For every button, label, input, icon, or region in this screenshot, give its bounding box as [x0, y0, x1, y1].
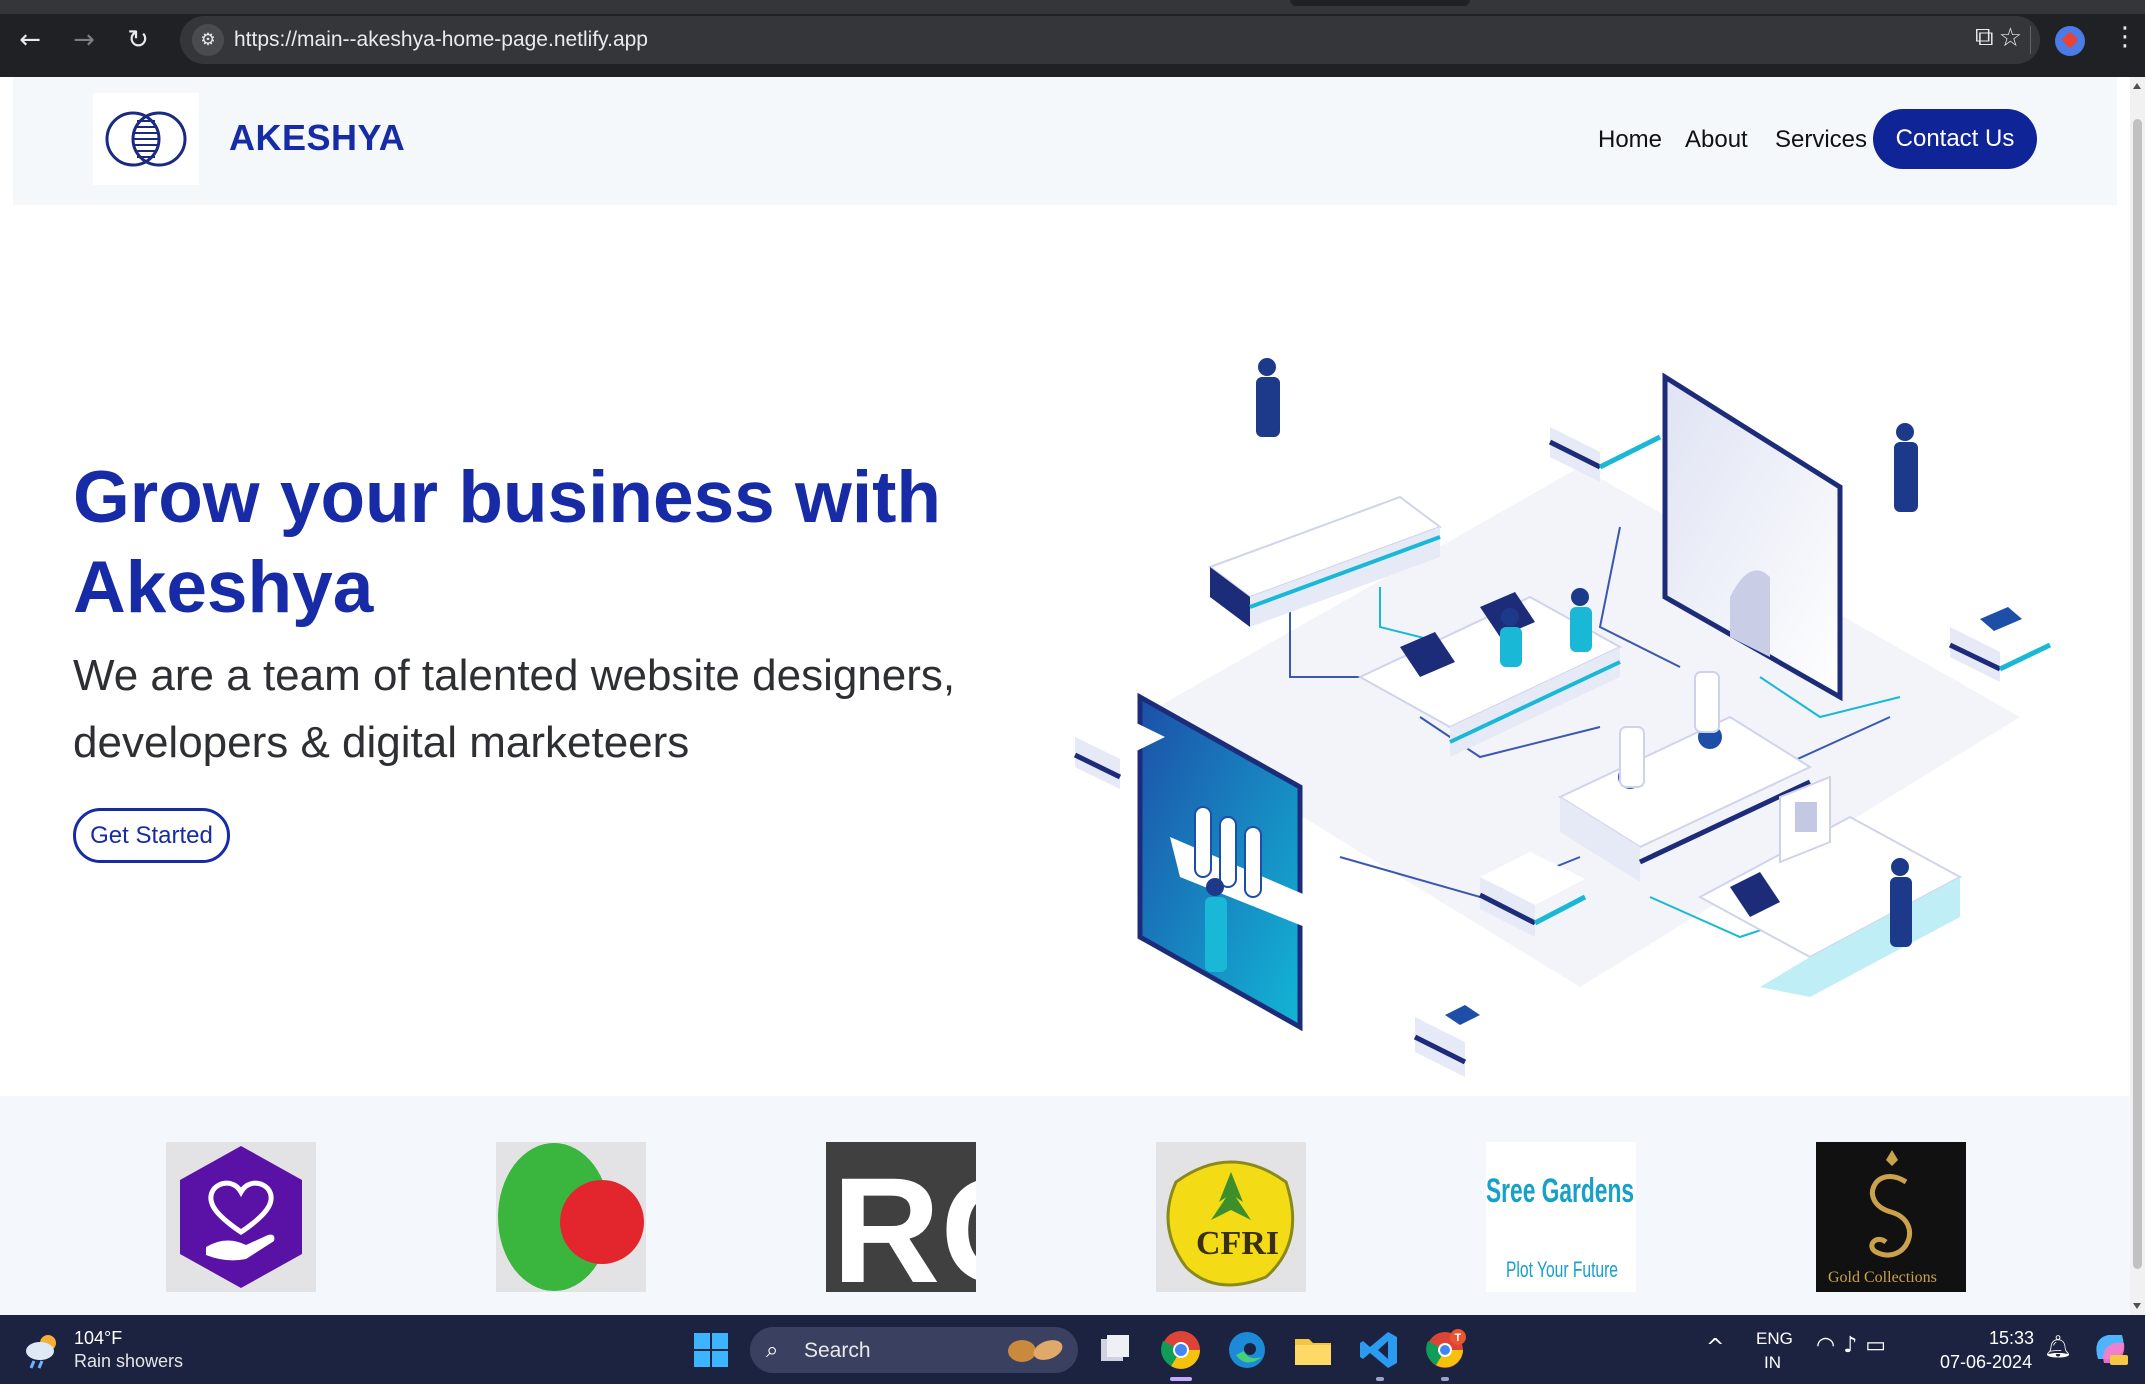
brand-logo[interactable]: [93, 93, 199, 185]
copilot-icon[interactable]: [2090, 1329, 2130, 1369]
contact-us-button[interactable]: Contact Us: [1873, 109, 2037, 169]
vscode-icon[interactable]: [1358, 1329, 1400, 1371]
site-info-button[interactable]: ⚙: [192, 24, 224, 56]
arrow-right-icon: →: [73, 25, 95, 55]
chevron-up-icon[interactable]: ^: [1706, 1335, 1724, 1360]
back-button[interactable]: ←: [12, 22, 48, 58]
hero-subtitle: We are a team of talented website design…: [73, 651, 956, 767]
weather-condition[interactable]: Rain showers: [74, 1351, 183, 1372]
search-icon: ⌕: [766, 1338, 779, 1363]
chrome-icon[interactable]: [1160, 1329, 1202, 1371]
nav-about[interactable]: About: [1685, 126, 1748, 154]
green-red-circles-logo: [496, 1142, 646, 1292]
search-label: Search: [804, 1339, 871, 1362]
nav-services[interactable]: Services: [1775, 126, 1867, 154]
gold-collections-logo: Gold Collections: [1816, 1142, 1966, 1292]
tab-strip: [0, 0, 2145, 14]
ro-logo: RO: [826, 1142, 976, 1292]
page-viewport: AKESHYA Home About Services Contact Us G…: [0, 77, 2130, 1315]
sree-gardens-tagline: Plot Your Future: [1506, 1257, 1618, 1282]
volume-icon[interactable]: ♪: [1843, 1333, 1865, 1358]
system-tray-icons[interactable]: ◠♪▭: [1816, 1333, 1894, 1358]
forward-button[interactable]: →: [66, 22, 102, 58]
weather-temperature[interactable]: 104°F: [74, 1328, 122, 1349]
scrollbar-thumb[interactable]: [2133, 119, 2142, 1269]
battery-icon[interactable]: ▭: [1865, 1333, 1894, 1358]
hero-title: Grow your business with Akeshya: [73, 457, 942, 628]
reload-icon: ↻: [127, 25, 149, 55]
site-header: AKESHYA Home About Services Contact Us: [13, 77, 2117, 205]
star-icon[interactable]: ☆: [1999, 23, 2022, 53]
client-logos-strip: RO CFRI Sree Gardens Plot Your Future Go…: [0, 1096, 2130, 1315]
toolbar-divider: [2030, 26, 2031, 54]
file-explorer-icon[interactable]: [1292, 1329, 1334, 1371]
windows-taskbar: 104°F Rain showers ⌕ Search T ^ ENG IN ◠…: [0, 1315, 2145, 1384]
region-indicator[interactable]: IN: [1764, 1353, 1781, 1373]
chrome-active-indicator: [1170, 1377, 1192, 1381]
search-highlight-icon: [1008, 1340, 1063, 1362]
reload-button[interactable]: ↻: [120, 22, 156, 58]
nav-home[interactable]: Home: [1598, 126, 1662, 154]
get-started-button[interactable]: Get Started: [73, 808, 230, 863]
interlocking-rings-icon: [105, 111, 187, 167]
chrome-profile-indicator: [1441, 1377, 1449, 1381]
puzzle-icon[interactable]: ⧉: [1975, 22, 1994, 53]
gold-collections-text: Gold Collections: [1828, 1269, 1937, 1286]
arrow-left-icon: ←: [19, 25, 41, 55]
taskbar-search-box[interactable]: ⌕ Search: [750, 1327, 1078, 1373]
cfri-logo: CFRI: [1156, 1142, 1306, 1292]
clock-date[interactable]: 07-06-2024: [1940, 1352, 2032, 1373]
address-bar[interactable]: ⚙ https://main--akeshya-home-page.netlif…: [180, 16, 2040, 64]
cfri-logo-text: CFRI: [1196, 1225, 1279, 1262]
language-indicator[interactable]: ENG: [1756, 1329, 1793, 1349]
isometric-office-illustration: [1073, 358, 2052, 1077]
tune-icon: ⚙: [200, 30, 216, 50]
sree-gardens-logo: Sree Gardens Plot Your Future: [1486, 1142, 1636, 1292]
task-view-icon[interactable]: [1095, 1329, 1137, 1371]
url-text[interactable]: https://main--akeshya-home-page.netlify.…: [234, 28, 648, 52]
scroll-down-arrow-icon[interactable]: [2133, 1303, 2141, 1309]
ro-logo-text: RO: [832, 1146, 976, 1292]
scroll-up-arrow-icon[interactable]: [2133, 83, 2141, 89]
profile-badge-letter: T: [1455, 1332, 1462, 1344]
sree-gardens-text: Sree Gardens: [1486, 1172, 1634, 1210]
browser-toolbar: ← → ↻ ⚙ https://main--akeshya-home-page.…: [0, 0, 2145, 77]
chrome-profile-icon[interactable]: T: [1424, 1329, 1466, 1371]
vscode-indicator: [1376, 1377, 1384, 1381]
purple-hexagon-heart-hand-logo: [166, 1142, 316, 1292]
page-scrollbar[interactable]: [2130, 77, 2145, 1315]
kebab-menu-icon[interactable]: ⋮: [2112, 22, 2138, 52]
windows-start-icon[interactable]: [694, 1333, 728, 1367]
active-tab-edge: [1290, 0, 1470, 6]
wifi-icon[interactable]: ◠: [1816, 1333, 1843, 1358]
notification-bell-icon[interactable]: 🔔︎: [2044, 1335, 2072, 1360]
edge-icon[interactable]: [1226, 1329, 1268, 1371]
brand-name[interactable]: AKESHYA: [229, 117, 405, 159]
clock-time[interactable]: 15:33: [1989, 1328, 2034, 1349]
rain-cloud-icon[interactable]: [22, 1329, 64, 1371]
profile-avatar[interactable]: [2055, 26, 2085, 56]
